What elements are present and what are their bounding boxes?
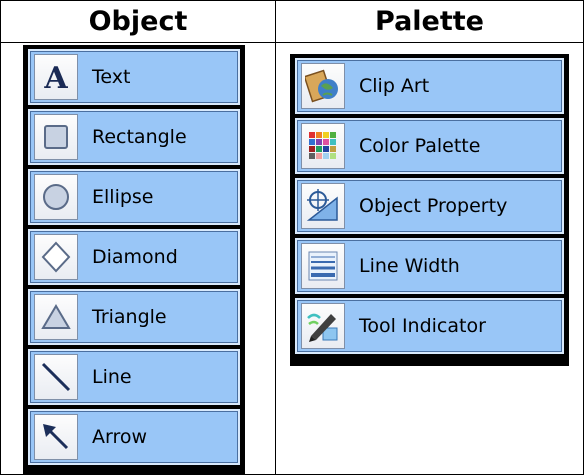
color-palette-button[interactable]: Color Palette	[295, 118, 564, 174]
line-width-icon	[301, 243, 345, 289]
clip-art-icon	[301, 63, 345, 109]
object-column-header: Object	[88, 5, 188, 37]
palette-column-header: Palette	[375, 5, 484, 37]
object-property-label: Object Property	[359, 195, 508, 217]
triangle-tool-label: Triangle	[92, 306, 167, 328]
ellipse-tool-button[interactable]: Ellipse	[28, 169, 240, 225]
clip-art-label: Clip Art	[359, 75, 430, 97]
line-width-button[interactable]: Line Width	[295, 238, 564, 294]
diamond-tool-button[interactable]: Diamond	[28, 229, 240, 285]
column-divider	[275, 0, 276, 475]
ellipse-tool-label: Ellipse	[92, 186, 154, 208]
ellipse-icon	[34, 174, 78, 220]
tool-indicator-button[interactable]: Tool Indicator	[295, 298, 564, 354]
header-divider	[0, 42, 584, 43]
line-tool-label: Line	[92, 366, 132, 388]
tool-indicator-label: Tool Indicator	[359, 315, 486, 337]
line-tool-button[interactable]: Line	[28, 349, 240, 405]
text-tool-label: Text	[92, 66, 131, 88]
diamond-icon	[34, 234, 78, 280]
diamond-tool-label: Diamond	[92, 246, 178, 268]
line-icon	[34, 354, 78, 400]
rectangle-tool-button[interactable]: Rectangle	[28, 109, 240, 165]
color-palette-icon	[301, 123, 345, 169]
clip-art-button[interactable]: Clip Art	[295, 58, 564, 114]
line-width-label: Line Width	[359, 255, 460, 277]
object-property-icon	[301, 183, 345, 229]
triangle-tool-button[interactable]: Triangle	[28, 289, 240, 345]
arrow-tool-label: Arrow	[92, 426, 148, 448]
arrow-tool-button[interactable]: Arrow	[28, 409, 240, 465]
rectangle-icon	[34, 114, 78, 160]
object-property-button[interactable]: Object Property	[295, 178, 564, 234]
triangle-icon	[34, 294, 78, 340]
palette-toolbar: Clip Art Color Palette Object Property L…	[290, 54, 569, 366]
color-palette-label: Color Palette	[359, 135, 481, 157]
arrow-icon	[34, 414, 78, 460]
svg-text:A: A	[43, 61, 68, 94]
rectangle-tool-label: Rectangle	[92, 126, 187, 148]
object-toolbar: A Text Rectangle Ellipse Diamond Triangl…	[23, 45, 245, 475]
text-tool-button[interactable]: A Text	[28, 49, 240, 105]
text-icon: A	[34, 54, 78, 100]
tool-indicator-icon	[301, 303, 345, 349]
